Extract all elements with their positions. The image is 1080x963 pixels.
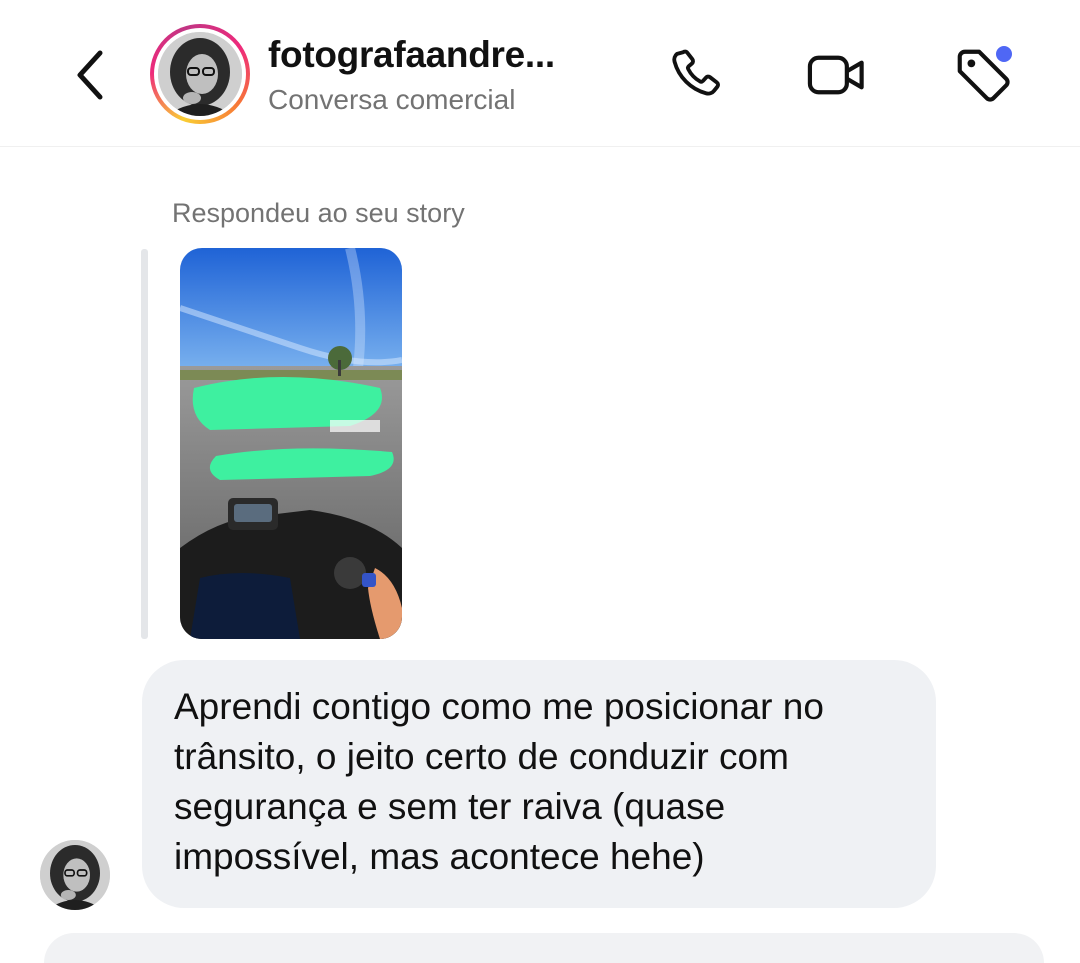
chat-header: fotografaandre... Conversa comercial (0, 0, 1080, 147)
sender-avatar[interactable] (40, 840, 110, 910)
chevron-left-icon (77, 50, 103, 100)
notification-dot (996, 46, 1012, 62)
message-line: impossível, mas acontece hehe) (174, 836, 705, 877)
call-button[interactable] (664, 42, 730, 108)
video-camera-icon (807, 55, 864, 95)
profile-avatar[interactable] (150, 24, 250, 124)
message-bubble[interactable]: Aprendi contigo como me posicionar no tr… (142, 660, 936, 908)
avatar-image (158, 32, 242, 116)
story-reply-note: Respondeu ao seu story (172, 198, 465, 228)
video-call-button[interactable] (804, 42, 870, 108)
message-line: Aprendi contigo como me posicionar no (174, 686, 824, 727)
back-button[interactable] (64, 44, 116, 106)
message-composer[interactable] (44, 933, 1044, 963)
contact-username[interactable]: fotografaandre... (268, 34, 555, 76)
message-line: segurança e sem ter raiva (quase (174, 786, 726, 827)
reply-indicator-bar (141, 249, 148, 639)
story-thumbnail[interactable] (180, 248, 402, 639)
message-text: Aprendi contigo como me posicionar no tr… (174, 682, 906, 882)
message-line: trânsito, o jeito certo de conduzir com (174, 736, 789, 777)
label-button[interactable] (950, 42, 1016, 108)
phone-icon (672, 49, 720, 96)
chat-subtitle: Conversa comercial (268, 84, 516, 115)
